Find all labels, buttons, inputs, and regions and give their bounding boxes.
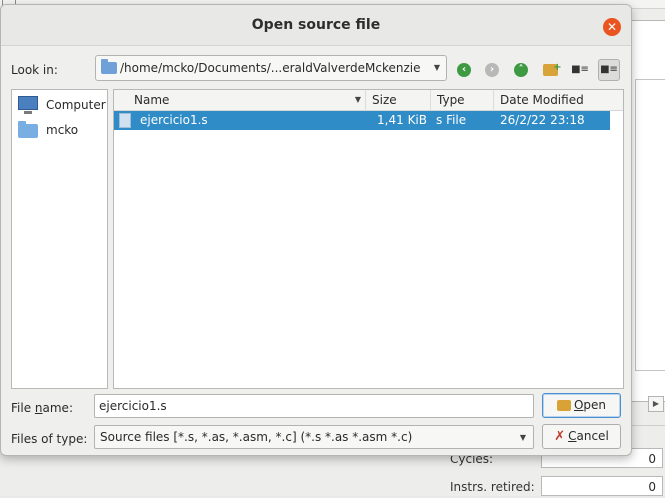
file-name-label-accel: n [34,401,43,415]
column-header-size[interactable]: Size [366,90,431,110]
folder-icon [101,59,117,74]
file-name-label: File name: [11,401,73,415]
instrs-row: Instrs. retired: 0 [430,476,665,498]
new-folder-icon [542,57,562,79]
folder-icon [18,121,38,138]
file-name-label-part: File [11,401,35,415]
sidebar-item-label: mcko [46,123,79,137]
list-view-button[interactable]: ■≡ [569,59,591,81]
look-in-path: /home/mcko/Documents/...eraldValverdeMck… [120,61,421,75]
sidebar-item-mcko[interactable]: mcko [16,119,106,141]
sidebar-item-computer[interactable]: Computer [16,94,106,116]
file-date-cell: 26/2/22 23:18 [500,113,585,127]
open-button-label: pen [583,398,607,412]
file-icon [119,113,131,128]
close-button[interactable]: ✕ [603,18,621,36]
create-new-folder-button[interactable] [539,57,562,81]
look-in-combo[interactable]: /home/mcko/Documents/...eraldValverdeMck… [95,55,447,81]
chevron-down-icon: ▼ [519,433,526,442]
cancel-button-label: ancel [576,429,609,443]
file-list: Name ▼ Size Type Date Modified ejercicio… [113,89,624,389]
cancel-button[interactable]: ✗ Cancel [542,424,621,449]
background-panel-inner [635,79,665,371]
back-button[interactable]: ‹ [453,59,475,81]
sidebar-item-label: Computer [46,98,106,112]
open-file-dialog: Open source file ✕ Look in: /home/mcko/D… [0,4,632,456]
file-type-value: Source files [*.s, *.as, *.asm, *.c] (*.… [100,430,413,444]
scroll-right-arrow[interactable]: ▶ [648,396,664,412]
column-header-name[interactable]: Name ▼ [114,90,366,110]
list-view-icon: ■≡ [571,64,589,75]
open-button-accel: O [573,398,584,412]
file-type-label: Files of type: [11,432,88,446]
background-panel [628,20,665,402]
look-in-label: Look in: [11,63,58,77]
file-name-label-part: ame: [42,401,73,415]
detail-view-button[interactable]: ■≡ [598,59,620,81]
dialog-titlebar[interactable]: Open source file ✕ [1,5,631,46]
computer-icon [18,96,38,114]
column-header-type[interactable]: Type [431,90,494,110]
close-icon: ✕ [606,20,618,34]
forward-arrow-icon: › [485,62,499,77]
dialog-title: Open source file [251,17,381,33]
file-row-selected[interactable]: ejercicio1.s 1,41 KiB s File 26/2/22 23:… [114,111,610,130]
file-type-cell: s File [436,113,467,127]
file-type-combo[interactable]: Source files [*.s, *.as, *.asm, *.c] (*.… [94,425,534,449]
instrs-retired-label: Instrs. retired: [450,480,535,494]
cancel-button-accel: C [568,429,577,443]
up-arrow-icon: ˄ [514,62,528,77]
sort-descending-icon: ▼ [354,95,361,104]
column-header-date-modified[interactable]: Date Modified [494,90,624,110]
file-list-header: Name ▼ Size Type Date Modified [114,90,623,111]
file-name-cell: ejercicio1.s [140,113,208,127]
places-sidebar: Computer mcko [11,89,108,389]
forward-button[interactable]: › [481,59,503,81]
file-name-input[interactable]: ejercicio1.s [94,394,534,418]
column-date-label: Date Modified [500,93,584,107]
column-size-label: Size [372,93,397,107]
detail-view-icon: ■≡ [600,64,618,75]
file-size-cell: 1,41 KiB [377,113,427,127]
cancel-icon: ✗ [554,429,566,444]
chevron-down-icon: ▼ [433,63,440,72]
open-button[interactable]: Open [542,393,621,418]
back-arrow-icon: ‹ [457,62,471,77]
instrs-retired-value: 0 [541,476,663,496]
column-type-label: Type [437,93,465,107]
parent-directory-button[interactable]: ˄ [510,59,532,81]
open-folder-icon [556,400,571,411]
column-name-label: Name [134,93,170,107]
